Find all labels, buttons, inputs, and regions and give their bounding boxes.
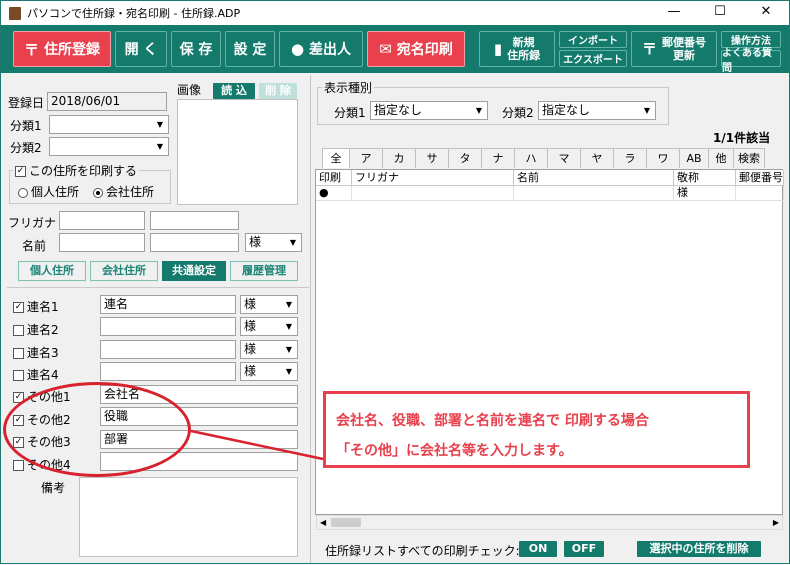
annotation-line-1: 会社名、役職、部署と名前を連名で 印刷する場合 [336,413,649,429]
annotation-callout: 会社名、役職、部署と名前を連名で 印刷する場合 「その他」に会社名等を入力します… [323,391,750,468]
app-window: パソコンで住所録・宛名印刷 - 住所録.ADP — ☐ ✕ 〒 住所登録 開 く… [0,0,790,564]
connector-line [190,429,324,461]
annotation-connector [190,429,324,461]
annotation-line-2: 「その他」に会社名等を入力します。 [336,443,573,459]
